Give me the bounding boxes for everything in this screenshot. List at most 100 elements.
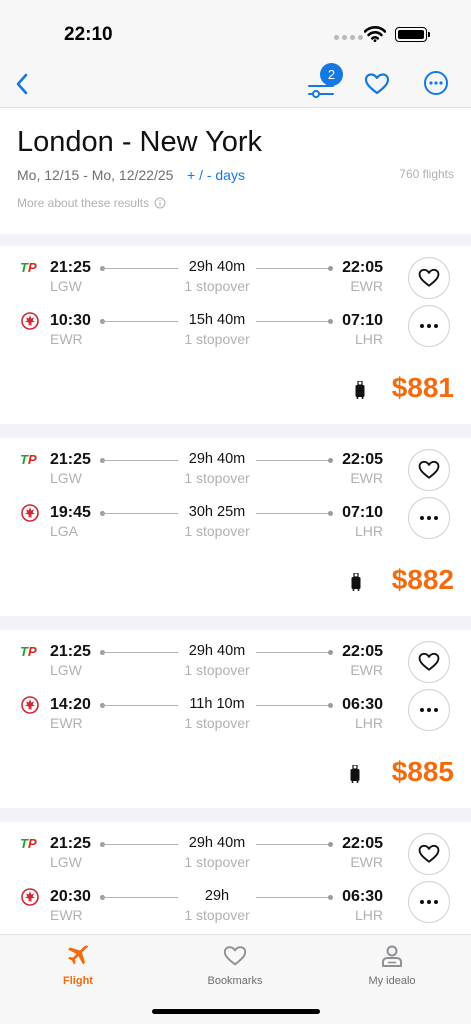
arrival-airport: EWR: [350, 854, 383, 870]
more-options-button[interactable]: [408, 689, 450, 731]
route-line: [102, 513, 178, 514]
route-line: [102, 844, 178, 845]
more-options-button[interactable]: [408, 497, 450, 539]
arrival-time: 06:30: [342, 696, 383, 713]
route-line: [256, 705, 332, 706]
svg-text:P: P: [28, 260, 37, 275]
flexible-days-link[interactable]: + / - days: [187, 167, 245, 183]
departure-time: 20:30: [50, 888, 91, 905]
bookmark-button[interactable]: [408, 449, 450, 491]
home-indicator[interactable]: [152, 1009, 320, 1014]
heart-icon: [418, 460, 440, 479]
route-line: [102, 321, 178, 322]
info-icon: [154, 197, 166, 209]
flight-result-card[interactable]: T P 21:25 LGW 29h 40m 1 stopover 22:05 E…: [0, 438, 471, 616]
tap-airline-logo-icon: T P: [20, 452, 37, 467]
air-canada-logo-icon: [21, 312, 39, 330]
arrival-airport: EWR: [350, 662, 383, 678]
more-options-button[interactable]: [408, 881, 450, 923]
outbound-leg: T P 21:25 LGW 29h 40m 1 stopover 22:05 E…: [0, 259, 471, 303]
route-dot: [328, 511, 333, 516]
stopover-count: 1 stopover: [184, 715, 250, 731]
flight-duration: 29h 40m: [188, 835, 246, 851]
return-leg: 19:45 LGA 30h 25m 1 stopover 07:10 LHR: [0, 504, 471, 548]
tap-airline-logo-icon: T P: [20, 260, 37, 275]
arrival-airport: LHR: [354, 907, 383, 923]
airplane-icon: [68, 945, 89, 965]
route-dot: [328, 842, 333, 847]
price: $881: [391, 372, 454, 403]
svg-text:P: P: [28, 644, 37, 659]
outbound-leg: T P 21:25 LGW 29h 40m 1 stopover 22:05 E…: [0, 451, 471, 495]
flight-result-card[interactable]: T P 21:25 LGW 29h 40m 1 stopover 22:05 E…: [0, 630, 471, 808]
tab-my-idealo[interactable]: My idealo: [332, 943, 452, 987]
stopover-count: 1 stopover: [184, 470, 250, 486]
arrival-time: 07:10: [342, 312, 383, 329]
stopover-count: 1 stopover: [184, 662, 250, 678]
arrival-time: 07:10: [342, 504, 383, 521]
wifi-icon: [364, 26, 386, 42]
route-dot: [328, 458, 333, 463]
route-title: London - New York: [17, 126, 263, 158]
flight-count: 760 flights: [399, 167, 454, 181]
heart-icon: [364, 73, 390, 95]
arrival-time: 22:05: [342, 259, 383, 276]
more-options-button[interactable]: [423, 70, 449, 101]
route-dot: [328, 703, 333, 708]
bookmark-button[interactable]: [408, 257, 450, 299]
stopover-count: 1 stopover: [184, 523, 250, 539]
luggage-icon: [350, 765, 360, 783]
tab-bookmarks[interactable]: Bookmarks: [175, 943, 295, 987]
tab-my-idealo-label: My idealo: [368, 975, 416, 987]
date-range: Mo, 12/15 - Mo, 12/22/25: [17, 167, 174, 183]
departure-time: 14:20: [50, 696, 91, 713]
navigation-bar: 2: [0, 60, 471, 108]
more-icon: [420, 900, 438, 904]
return-leg: 20:30 EWR 29h 1 stopover 06:30 LHR: [0, 888, 471, 932]
route-line: [102, 268, 178, 269]
departure-time: 21:25: [50, 259, 91, 276]
more-options-button[interactable]: [408, 305, 450, 347]
battery-icon: [395, 27, 430, 42]
stopover-count: 1 stopover: [184, 907, 250, 923]
arrival-time: 22:05: [342, 835, 383, 852]
flight-result-card[interactable]: T P 21:25 LGW 29h 40m 1 stopover 22:05 E…: [0, 822, 471, 934]
cellular-signal-icon: [334, 35, 363, 40]
route-dot: [328, 895, 333, 900]
svg-text:P: P: [28, 836, 37, 851]
filter-button[interactable]: 2: [306, 63, 346, 102]
stopover-count: 1 stopover: [184, 854, 250, 870]
about-results-label: More about these results: [17, 196, 150, 210]
route-line: [102, 897, 178, 898]
departure-time: 21:25: [50, 835, 91, 852]
route-line: [256, 652, 332, 653]
back-button[interactable]: [10, 68, 34, 100]
route-line: [256, 460, 332, 461]
about-results-link[interactable]: More about these results: [17, 196, 166, 210]
flight-duration: 29h 40m: [188, 451, 246, 467]
svg-text:P: P: [28, 452, 37, 467]
route-line: [256, 321, 332, 322]
save-search-button[interactable]: [363, 70, 391, 103]
filter-count-badge: 2: [320, 63, 343, 86]
route-line: [256, 844, 332, 845]
tap-airline-logo-icon: T P: [20, 836, 37, 851]
bookmark-button[interactable]: [408, 641, 450, 683]
more-icon: [420, 516, 438, 520]
air-canada-logo-icon: [21, 504, 39, 522]
flight-duration: 30h 25m: [188, 504, 246, 520]
return-leg: 10:30 EWR 15h 40m 1 stopover 07:10 LHR: [0, 312, 471, 356]
heart-icon: [418, 652, 440, 671]
outbound-leg: T P 21:25 LGW 29h 40m 1 stopover 22:05 E…: [0, 835, 471, 879]
price: $882: [391, 564, 454, 595]
status-bar: 22:10: [0, 0, 471, 60]
flight-result-card[interactable]: T P 21:25 LGW 29h 40m 1 stopover 22:05 E…: [0, 246, 471, 424]
tab-flight[interactable]: Flight: [18, 943, 138, 987]
route-line: [102, 705, 178, 706]
tab-bookmarks-label: Bookmarks: [207, 975, 263, 987]
route-dot: [328, 319, 333, 324]
bookmark-button[interactable]: [408, 833, 450, 875]
departure-airport: LGW: [50, 854, 82, 870]
heart-icon: [418, 268, 440, 287]
tab-flight-label: Flight: [63, 975, 93, 987]
